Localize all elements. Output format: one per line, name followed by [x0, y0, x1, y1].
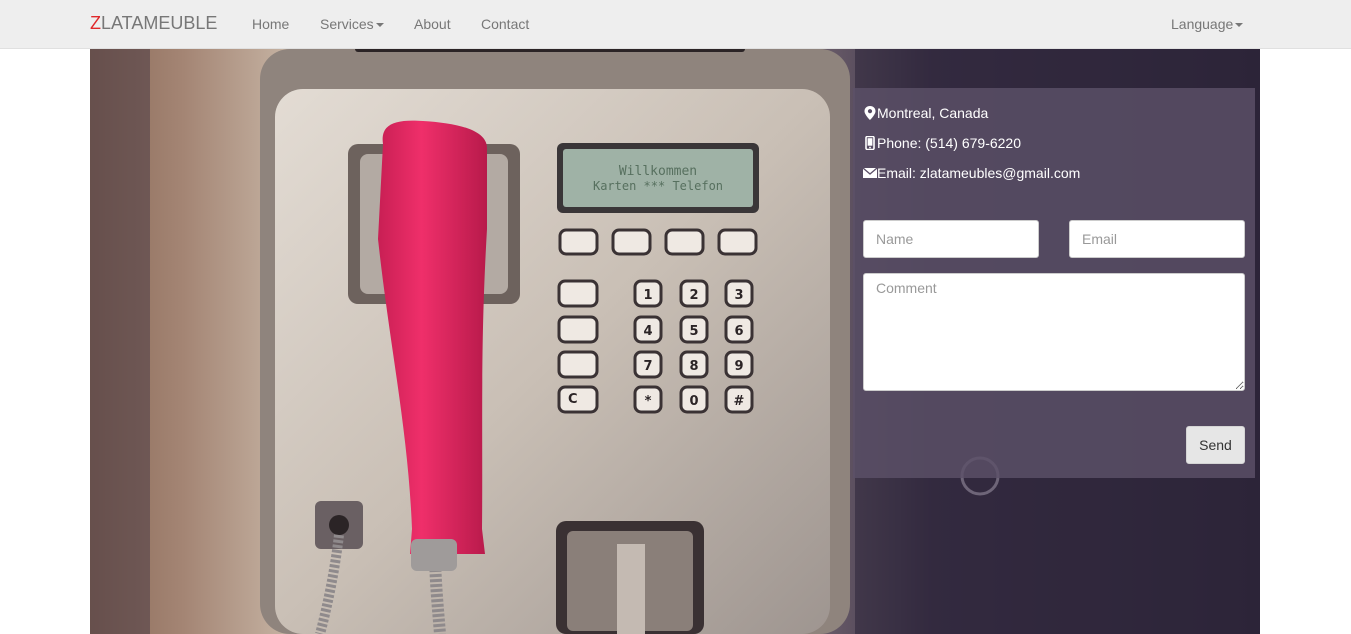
key-0: 0 — [689, 394, 698, 409]
nav-language-label: Language — [1171, 16, 1234, 32]
key-5: 5 — [689, 324, 698, 339]
key-8: 8 — [689, 359, 698, 374]
phone-text: Phone: (514) 679-6220 — [877, 135, 1021, 151]
key-c: C — [568, 392, 578, 407]
display-text-line1: Willkommen — [619, 164, 697, 179]
key-6: 6 — [734, 324, 743, 339]
name-input[interactable] — [863, 220, 1039, 258]
nav-services-label: Services — [320, 16, 374, 32]
caret-down-icon — [375, 23, 384, 28]
comment-textarea[interactable] — [863, 273, 1245, 391]
phone-icon — [865, 136, 875, 150]
location-row: Montreal, Canada — [863, 105, 988, 121]
key-star: * — [645, 394, 652, 409]
envelope-icon — [863, 167, 877, 178]
key-3: 3 — [734, 288, 743, 303]
display-text-line2: Karten *** Telefon — [593, 179, 723, 193]
email-input[interactable] — [1069, 220, 1245, 258]
nav-home[interactable]: Home — [252, 16, 289, 32]
brand-first-letter: Z — [90, 13, 101, 33]
key-hash: # — [734, 394, 745, 409]
nav-contact[interactable]: Contact — [481, 16, 529, 32]
key-2: 2 — [689, 288, 698, 303]
nav-language[interactable]: Language — [1171, 16, 1244, 32]
caret-down-icon — [1235, 23, 1244, 28]
location-text: Montreal, Canada — [877, 105, 989, 121]
nav-services[interactable]: Services — [320, 16, 384, 32]
phone-row: Phone: (514) 679-6220 — [863, 135, 1021, 151]
email-text: Email: zlatameubles@gmail.com — [877, 165, 1081, 181]
brand-logo[interactable]: ZLATAMEUBLE — [90, 13, 217, 34]
map-marker-icon — [864, 106, 876, 120]
navbar: ZLATAMEUBLE Home Services About Contact … — [0, 0, 1351, 49]
contact-panel: Montreal, Canada Phone: (514) 679-6220 E… — [853, 88, 1255, 478]
key-9: 9 — [734, 359, 743, 374]
key-7: 7 — [643, 359, 652, 374]
email-row: Email: zlatameubles@gmail.com — [863, 165, 1080, 181]
key-1: 1 — [643, 288, 652, 303]
brand-rest: LATAMEUBLE — [101, 13, 218, 33]
key-4: 4 — [643, 324, 652, 339]
send-button[interactable]: Send — [1186, 426, 1245, 464]
nav-about[interactable]: About — [414, 16, 451, 32]
